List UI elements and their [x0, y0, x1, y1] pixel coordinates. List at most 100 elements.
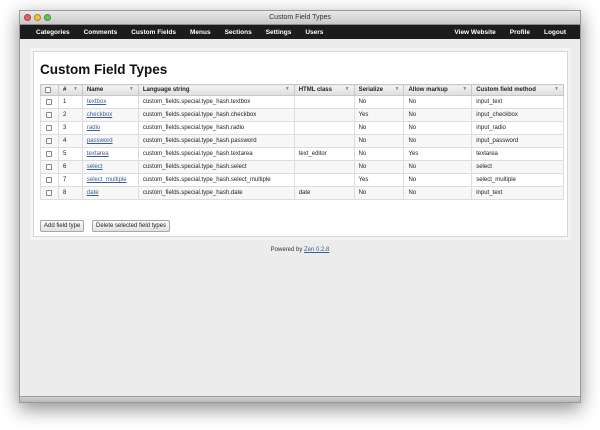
row-serialize: No: [353, 95, 405, 109]
field-type-link[interactable]: date: [87, 190, 99, 196]
column-header-id[interactable]: # ▼: [57, 84, 83, 96]
row-select-checkbox[interactable]: [46, 98, 53, 105]
window-title: Custom Field Types: [269, 14, 331, 21]
row-select-checkbox[interactable]: [46, 189, 53, 196]
row-serialize: No: [353, 186, 405, 200]
page-title: Custom Field Types: [40, 62, 168, 77]
row-html-class: text_editor: [293, 147, 355, 161]
window-controls: [24, 14, 51, 21]
zen-version-link[interactable]: Zen 0.2.8: [304, 247, 329, 253]
table-row: 5 textarea custom_fields.special.type_ha…: [40, 147, 564, 161]
row-allow-markup: No: [403, 173, 473, 187]
sort-arrow-icon: ▼: [128, 86, 134, 92]
row-language-string: custom_fields.special.type_hash.textbox: [137, 95, 295, 109]
row-select-checkbox[interactable]: [46, 176, 53, 183]
main-navbar: Categories Comments Custom Fields Menus …: [20, 25, 580, 39]
nav-view-website[interactable]: View Website: [454, 29, 495, 36]
row-language-string: custom_fields.special.type_hash.select_m…: [137, 173, 295, 187]
browser-window: Custom Field Types Categories Comments C…: [19, 10, 581, 403]
row-custom-field-method: textarea: [471, 147, 564, 161]
row-select-checkbox[interactable]: [46, 163, 53, 170]
row-allow-markup: No: [403, 121, 473, 135]
table-row: 4 password custom_fields.special.type_ha…: [40, 134, 564, 148]
row-custom-field-method: input_text: [471, 186, 564, 200]
row-serialize: No: [353, 121, 405, 135]
row-language-string: custom_fields.special.type_hash.select: [137, 160, 295, 174]
delete-selected-button[interactable]: Delete selected field types: [92, 220, 171, 232]
row-html-class: [293, 160, 355, 174]
close-window-icon[interactable]: [24, 14, 31, 21]
column-header-allow-markup[interactable]: Allow markup ▼: [403, 84, 473, 96]
row-language-string: custom_fields.special.type_hash.password: [137, 134, 295, 148]
nav-sections[interactable]: Sections: [225, 29, 252, 36]
select-all-header: [40, 84, 59, 96]
field-type-link[interactable]: select: [87, 164, 103, 170]
row-language-string: custom_fields.special.type_hash.radio: [137, 121, 295, 135]
row-id: 3: [57, 121, 83, 135]
select-all-checkbox[interactable]: [45, 86, 51, 93]
row-allow-markup: No: [403, 95, 473, 109]
row-allow-markup: No: [403, 160, 473, 174]
nav-settings[interactable]: Settings: [266, 29, 292, 36]
title-bar: Custom Field Types: [20, 11, 580, 25]
row-id: 8: [57, 186, 83, 200]
minimize-window-icon[interactable]: [34, 14, 41, 21]
column-header-custom-field-method[interactable]: Custom field method ▼: [471, 84, 564, 96]
field-type-link[interactable]: checkbox: [87, 112, 112, 118]
row-custom-field-method: input_text: [471, 95, 564, 109]
table-row: 3 radio custom_fields.special.type_hash.…: [40, 121, 564, 135]
nav-comments[interactable]: Comments: [84, 29, 118, 36]
sort-arrow-icon: ▼: [72, 86, 78, 92]
column-header-serialize[interactable]: Serialize ▼: [353, 84, 405, 96]
row-custom-field-method: input_checkbox: [471, 108, 564, 122]
row-select-checkbox[interactable]: [46, 111, 53, 118]
row-custom-field-method: select_multiple: [471, 173, 564, 187]
row-id: 2: [57, 108, 83, 122]
nav-logout[interactable]: Logout: [544, 29, 566, 36]
nav-categories[interactable]: Categories: [36, 29, 70, 36]
sort-arrow-icon: ▼: [394, 86, 400, 92]
column-header-name[interactable]: Name ▼: [81, 84, 139, 96]
row-id: 1: [57, 95, 83, 109]
row-custom-field-method: input_radio: [471, 121, 564, 135]
field-type-link[interactable]: select_multiple: [87, 177, 127, 183]
field-type-link[interactable]: textbox: [87, 99, 106, 105]
row-select-checkbox[interactable]: [46, 137, 53, 144]
footer-text: Powered by: [270, 247, 303, 253]
row-id: 7: [57, 173, 83, 187]
row-language-string: custom_fields.special.type_hash.textarea: [137, 147, 295, 161]
row-language-string: custom_fields.special.type_hash.checkbox: [137, 108, 295, 122]
nav-profile[interactable]: Profile: [510, 29, 530, 36]
table-row: 1 textbox custom_fields.special.type_has…: [40, 95, 564, 109]
row-allow-markup: No: [403, 186, 473, 200]
content-panel: Custom Field Types # ▼ Name ▼ Language str…: [33, 51, 568, 237]
row-allow-markup: No: [403, 134, 473, 148]
row-html-class: [293, 134, 355, 148]
row-html-class: [293, 121, 355, 135]
row-custom-field-method: select: [471, 160, 564, 174]
column-header-html-class[interactable]: HTML class ▼: [293, 84, 355, 96]
nav-users[interactable]: Users: [305, 29, 323, 36]
row-select-checkbox[interactable]: [46, 124, 53, 131]
row-serialize: No: [353, 134, 405, 148]
field-types-table: # ▼ Name ▼ Language string ▼ HTML class ▼ Se…: [40, 84, 564, 200]
table-row: 2 checkbox custom_fields.special.type_ha…: [40, 108, 564, 122]
footer: Powered by Zen 0.2.8: [20, 247, 580, 253]
nav-custom-fields[interactable]: Custom Fields: [131, 29, 176, 36]
field-type-link[interactable]: radio: [87, 125, 100, 131]
window-bottom-bar: [20, 396, 580, 402]
column-header-language-string[interactable]: Language string ▼: [137, 84, 295, 96]
field-type-link[interactable]: textarea: [87, 151, 109, 157]
nav-menus[interactable]: Menus: [190, 29, 211, 36]
row-allow-markup: No: [403, 108, 473, 122]
field-type-link[interactable]: password: [87, 138, 113, 144]
add-field-type-button[interactable]: Add field type: [40, 220, 85, 232]
row-serialize: Yes: [353, 108, 405, 122]
row-id: 5: [57, 147, 83, 161]
row-html-class: [293, 95, 355, 109]
nav-right: View Website Profile Logout: [454, 29, 566, 36]
row-select-checkbox[interactable]: [46, 150, 53, 157]
table-row: 8 date custom_fields.special.type_hash.d…: [40, 186, 564, 200]
zoom-window-icon[interactable]: [44, 14, 51, 21]
row-allow-markup: Yes: [403, 147, 473, 161]
